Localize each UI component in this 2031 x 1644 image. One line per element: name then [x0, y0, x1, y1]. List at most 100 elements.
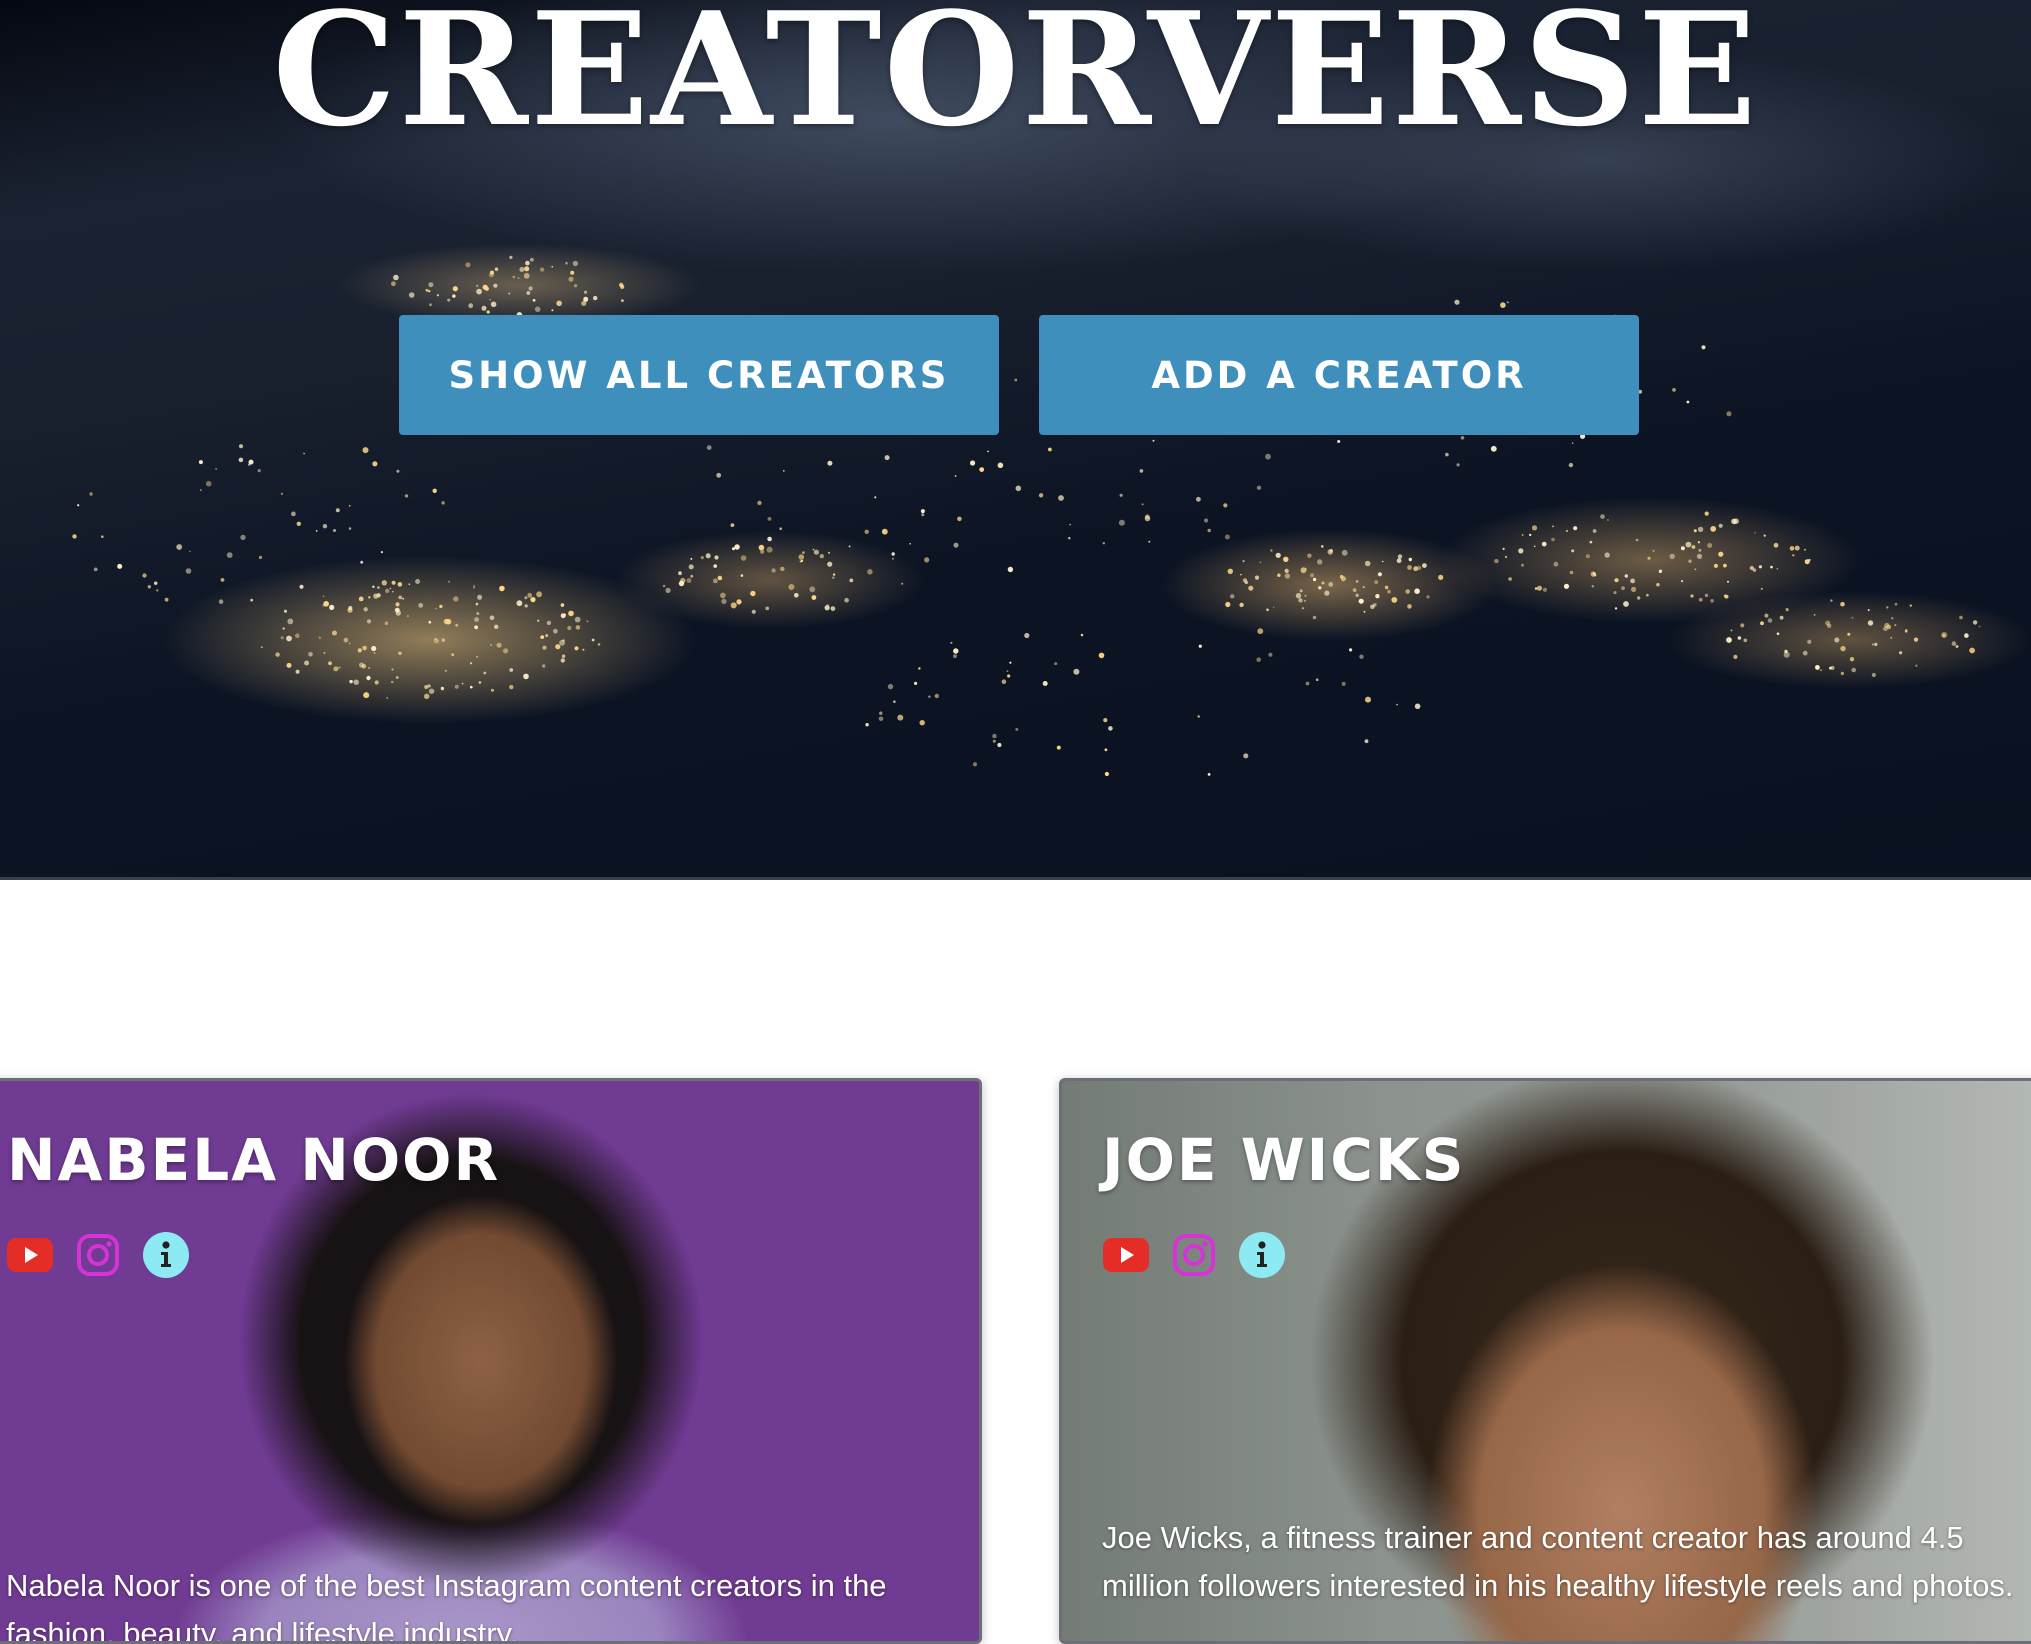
city-light: [335, 508, 340, 513]
city-light: [1006, 670, 1009, 672]
city-light: [1718, 551, 1724, 557]
city-light: [1460, 436, 1465, 440]
city-light: [432, 488, 437, 493]
city-light: [1589, 540, 1593, 544]
city-light: [1891, 617, 1894, 620]
city-light: [494, 267, 499, 271]
city-light: [734, 544, 740, 550]
city-light: [147, 585, 151, 589]
city-light: [1688, 559, 1692, 563]
city-light: [486, 310, 490, 314]
city-light: [897, 714, 904, 721]
city-light: [1324, 590, 1330, 596]
city-light: [928, 695, 931, 698]
city-light: [583, 296, 589, 302]
city-light: [1534, 587, 1538, 590]
instagram-icon[interactable]: [1170, 1231, 1218, 1279]
city-light: [1749, 565, 1754, 571]
city-light: [435, 607, 438, 610]
city-light: [1024, 632, 1030, 639]
city-light: [1890, 637, 1892, 639]
add-creator-button[interactable]: ADD A CREATOR: [1039, 315, 1639, 435]
city-light: [1955, 645, 1959, 648]
city-light: [248, 463, 251, 466]
city-light: [1647, 556, 1651, 560]
city-light: [767, 517, 772, 521]
city-light: [1397, 554, 1403, 559]
city-light: [957, 516, 962, 522]
city-light: [1600, 514, 1605, 519]
city-light: [1054, 662, 1058, 666]
city-light: [1915, 664, 1918, 667]
city-light: [1204, 518, 1209, 523]
city-light: [1340, 576, 1346, 582]
city-light: [802, 551, 805, 554]
city-light: [1502, 547, 1505, 551]
city-light: [1375, 594, 1380, 599]
city-light: [418, 603, 424, 608]
city-light: [1396, 703, 1398, 706]
city-light: [1754, 531, 1756, 534]
city-light: [315, 530, 318, 532]
city-light: [1009, 661, 1012, 664]
info-icon[interactable]: [1238, 1231, 1286, 1279]
city-light: [591, 638, 595, 642]
city-light: [1730, 629, 1733, 632]
city-light: [1058, 495, 1064, 501]
city-light: [1710, 599, 1714, 603]
city-light: [380, 551, 383, 554]
city-light: [218, 599, 224, 604]
city-light: [583, 290, 588, 294]
city-light: [1104, 748, 1108, 752]
city-light: [997, 742, 1002, 748]
creator-card-nabela-noor[interactable]: NABELA NOOR Nabela Noor is one of the be…: [0, 1078, 982, 1644]
city-light: [1521, 534, 1524, 536]
city-light: [1851, 616, 1854, 619]
city-light: [1310, 573, 1315, 578]
city-light: [736, 599, 742, 605]
city-light: [238, 457, 244, 463]
city-light: [451, 653, 455, 657]
city-light: [1614, 578, 1619, 583]
city-light: [593, 295, 598, 301]
city-light: [296, 521, 301, 526]
city-light: [717, 575, 723, 581]
city-light: [914, 681, 918, 686]
city-light: [1416, 565, 1422, 571]
youtube-icon[interactable]: [1102, 1231, 1150, 1279]
info-icon[interactable]: [142, 1231, 190, 1279]
city-light: [428, 290, 431, 293]
city-light: [1207, 773, 1211, 776]
city-light: [490, 688, 494, 692]
city-light: [524, 596, 528, 600]
city-light: [516, 600, 523, 607]
city-light: [404, 494, 409, 498]
city-light: [1243, 753, 1249, 759]
city-light: [1048, 447, 1052, 452]
city-light: [1592, 529, 1597, 533]
city-light: [1807, 639, 1812, 644]
city-light: [1964, 633, 1969, 638]
city-light: [979, 467, 985, 472]
youtube-icon[interactable]: [6, 1231, 54, 1279]
city-light: [1624, 574, 1629, 578]
city-light: [844, 597, 849, 603]
city-light: [353, 679, 359, 685]
city-light: [1454, 299, 1460, 305]
city-light: [1698, 597, 1703, 602]
city-light: [250, 598, 254, 602]
city-light: [389, 587, 392, 590]
show-all-creators-button[interactable]: SHOW ALL CREATORS: [399, 315, 999, 435]
city-light: [1614, 607, 1618, 610]
city-light: [1776, 567, 1779, 570]
city-light: [1284, 568, 1289, 574]
city-light: [813, 549, 820, 555]
city-light: [1494, 558, 1499, 564]
instagram-icon[interactable]: [74, 1231, 122, 1279]
creator-card-joe-wicks[interactable]: JOE WICKS Joe Wicks, a fitness trainer a…: [1059, 1078, 2031, 1644]
city-light: [257, 469, 261, 473]
city-light: [477, 594, 483, 600]
city-light: [1840, 645, 1846, 652]
city-light: [1341, 549, 1348, 556]
city-light: [454, 684, 459, 689]
